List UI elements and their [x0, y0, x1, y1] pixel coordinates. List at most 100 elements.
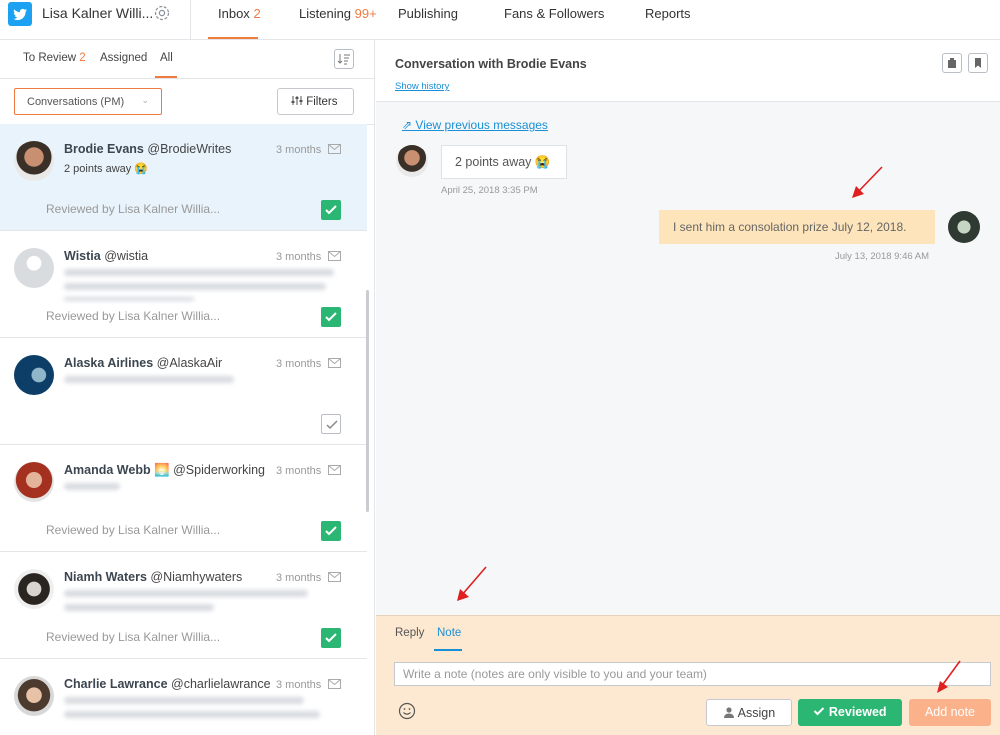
checkmark-icon [814, 707, 825, 716]
contact-handle: @Niamhywaters [150, 570, 243, 584]
mail-icon [328, 251, 341, 261]
reviewed-by: Reviewed by Lisa Kalner Willia... [46, 630, 221, 644]
reviewed-by: Reviewed by Lisa Kalner Willia... [46, 523, 221, 537]
divider [0, 78, 374, 79]
message-timestamp: July 13, 2018 9:46 AM [835, 251, 930, 262]
tab-label: Fans & Followers [504, 6, 605, 21]
filter-tab-label: To Review [23, 52, 77, 64]
conversation-list-panel: To Review 2 Assigned All Conversations (… [0, 40, 375, 735]
mail-icon [328, 572, 341, 582]
contact-handle: @wistia [104, 249, 149, 263]
message-timestamp: April 25, 2018 3:35 PM [441, 185, 538, 196]
view-previous-label: View previous messages [415, 118, 548, 132]
tab-label: Inbox [218, 6, 250, 21]
tab-note[interactable]: Note [437, 627, 461, 639]
sort-button[interactable] [334, 49, 354, 69]
avatar [14, 569, 54, 609]
twitter-icon [8, 2, 32, 26]
blurred-preview [64, 711, 320, 718]
note-input[interactable]: Write a note (notes are only visible to … [394, 662, 991, 686]
conversation-item[interactable]: Alaska Airlines @AlaskaAir 3 months [0, 338, 367, 445]
filter-tab-label: All [160, 52, 173, 64]
tab-count: 99+ [354, 6, 377, 21]
reviewed-checkbox[interactable] [321, 628, 341, 648]
filter-tab-count: 2 [79, 52, 86, 64]
reviewed-checkbox[interactable] [321, 414, 341, 434]
tab-fans-followers[interactable]: Fans & Followers [504, 6, 604, 21]
reviewed-checkbox[interactable] [321, 521, 341, 541]
contact-avatar [396, 145, 428, 177]
conversation-header: Conversation with Brodie Evans Show hist… [376, 40, 1000, 102]
tab-inbox[interactable]: Inbox 2 [218, 6, 261, 21]
checkmark-icon [325, 312, 337, 322]
view-previous-link[interactable]: ⇗ View previous messages [402, 118, 548, 132]
reviewed-button[interactable]: Reviewed [798, 699, 902, 726]
share-arrow-icon: ⇗ [402, 118, 413, 132]
tab-label: Listening [299, 6, 352, 21]
tab-listening[interactable]: Listening 99+ [299, 6, 377, 21]
filter-tab-assigned[interactable]: Assigned [100, 52, 147, 64]
contact-name: Niamh Waters @Niamhywaters [64, 570, 242, 584]
timestamp: 3 months [276, 679, 322, 691]
divider [190, 0, 191, 40]
bookmark-button[interactable] [968, 53, 988, 73]
tab-reports[interactable]: Reports [645, 6, 691, 21]
contact-display-name: Brodie Evans [64, 142, 144, 156]
checkmark-icon [325, 526, 337, 536]
account-name[interactable]: Lisa Kalner Willi... [42, 5, 153, 21]
filter-tab-all[interactable]: All [160, 52, 173, 64]
conversation-item[interactable]: Amanda Webb 🌅 @Spiderworking 3 months Re… [0, 445, 367, 552]
timestamp: 3 months [276, 572, 322, 584]
contact-display-name: Wistia [64, 249, 101, 263]
conversation-item[interactable]: Charlie Lawrance @charlielawrance 3 mont… [0, 659, 367, 735]
filters-label: Filters [306, 96, 338, 108]
tab-count: 2 [253, 6, 261, 21]
mail-icon [328, 679, 341, 689]
blurred-preview [64, 283, 326, 290]
checkmark-icon [326, 420, 338, 430]
conversation-title: Conversation with Brodie Evans [395, 57, 587, 71]
mail-icon [328, 465, 341, 475]
reviewed-checkbox[interactable] [321, 200, 341, 220]
avatar [14, 248, 54, 288]
conversation-item[interactable]: Niamh Waters @Niamhywaters 3 months Revi… [0, 552, 367, 659]
add-note-button[interactable]: Add note [909, 699, 991, 726]
contact-display-name: Alaska Airlines [64, 356, 154, 370]
filters-button[interactable]: Filters [277, 88, 354, 115]
contact-display-name: Niamh Waters [64, 570, 147, 584]
list-scrollbar[interactable] [366, 290, 369, 512]
blurred-preview [64, 297, 194, 301]
filters-icon [291, 96, 303, 105]
chevron-down-icon: ⌄ [141, 95, 149, 105]
user-icon [723, 707, 734, 718]
assign-label: Assign [737, 706, 776, 720]
mail-icon [328, 144, 341, 154]
conversation-item[interactable]: Brodie Evans @BrodieWrites 3 months 2 po… [0, 124, 367, 231]
gear-icon[interactable] [152, 3, 172, 23]
tab-label: Reports [645, 6, 691, 21]
show-history-link[interactable]: Show history [395, 81, 449, 92]
checkmark-icon [325, 205, 337, 215]
blurred-preview [64, 483, 120, 490]
bookmark-icon [975, 58, 981, 68]
archive-icon [948, 58, 956, 68]
top-bar: Lisa Kalner Willi... Inbox 2 Listening 9… [0, 0, 1000, 40]
contact-handle: @AlaskaAir [156, 356, 223, 370]
archive-button[interactable] [942, 53, 962, 73]
timestamp: 3 months [276, 358, 322, 370]
timestamp: 3 months [276, 144, 322, 156]
filter-tab-to-review[interactable]: To Review 2 [23, 52, 86, 64]
conversation-type-dropdown[interactable]: Conversations (PM) ⌄ [14, 88, 162, 115]
emoji-icon[interactable] [398, 702, 416, 720]
blurred-preview [64, 590, 308, 597]
conversation-panel: Conversation with Brodie Evans Show hist… [376, 40, 1000, 735]
tab-label: Publishing [398, 6, 458, 21]
assign-button[interactable]: Assign [706, 699, 792, 726]
contact-handle: @charlielawrance [171, 677, 271, 691]
tab-reply[interactable]: Reply [395, 627, 424, 639]
tab-publishing[interactable]: Publishing [398, 6, 458, 21]
annotation-arrow-icon [457, 566, 487, 601]
reviewed-checkbox[interactable] [321, 307, 341, 327]
conversation-item[interactable]: Wistia @wistia 3 months Reviewed by Lisa… [0, 231, 367, 338]
annotation-arrow-icon [937, 660, 961, 693]
